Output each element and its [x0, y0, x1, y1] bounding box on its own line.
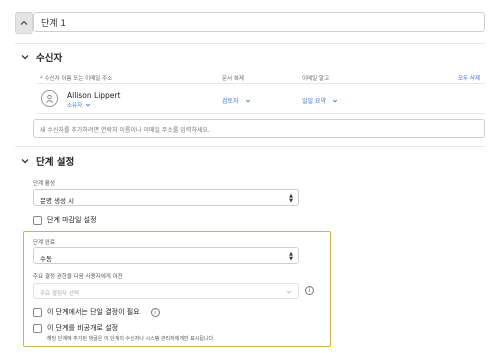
- single-approval-label: 이 단계에서는 단일 결정이 필요: [47, 308, 140, 316]
- deadline-checkbox-row[interactable]: 단계 마감일 설정: [33, 215, 97, 225]
- completion-value: 수동: [40, 255, 52, 263]
- recipients-section-header[interactable]: 수신자: [20, 50, 62, 64]
- step-settings-title: 단계 설정: [36, 157, 75, 168]
- deadline-label: 단계 마감일 설정: [47, 216, 97, 224]
- chevron-down-icon: [332, 99, 338, 103]
- delete-all-link[interactable]: 모두 삭제: [458, 74, 480, 82]
- chevron-down-icon: [286, 290, 292, 294]
- col-action-header: 문서 복제: [222, 76, 244, 82]
- user-icon: [46, 94, 53, 103]
- private-note: 해당 단계에 추가된 댓글은 이 단계의 수신자나 시스템 관리자에게만 표시됩…: [47, 336, 215, 342]
- forward-select[interactable]: 주요 결정자 선택: [33, 283, 299, 299]
- col-name-header: * 수신자 이름 또는 이메일 주소: [40, 76, 113, 82]
- recipient-notify: 일일 요약: [302, 98, 326, 105]
- recipient-action: 검토자: [222, 98, 239, 105]
- select-arrows-icon: ▲ ▼: [289, 193, 293, 204]
- recipient-action-dropdown[interactable]: 검토자: [222, 96, 251, 105]
- info-icon[interactable]: i: [150, 307, 160, 317]
- completion-select[interactable]: 수동 ▲ ▼: [33, 247, 299, 264]
- step-start-select[interactable]: 문명 생성 시 ▲ ▼: [33, 189, 299, 206]
- recipient-role-dropdown[interactable]: 소유자: [67, 101, 91, 109]
- chevron-down-icon: [21, 159, 29, 164]
- chevron-down-icon: [86, 103, 91, 107]
- divider: [37, 83, 485, 84]
- info-icon[interactable]: i: [305, 286, 314, 295]
- private-label: 이 단계를 비공개로 설정: [47, 324, 119, 332]
- divider: [15, 43, 485, 44]
- add-recipient-input[interactable]: 새 수신자를 추가하려면 연락처 이름이나 이메일 주소를 입력하세요.: [33, 119, 485, 138]
- chevron-down-icon: [245, 99, 250, 103]
- chevron-down-icon: [21, 55, 29, 60]
- forward-label: 주요 결정 권한을 다음 사용자에게 이전: [33, 274, 123, 280]
- divider: [15, 146, 485, 147]
- col-notify-header: 이메일 알고: [302, 76, 330, 82]
- collapse-step-button[interactable]: [15, 12, 33, 34]
- single-approval-row[interactable]: 이 단계에서는 단일 결정이 필요 i: [33, 307, 160, 317]
- completion-label: 단계 완료: [33, 240, 55, 246]
- recipient-role: 소유자: [67, 103, 83, 109]
- deadline-checkbox[interactable]: [33, 215, 42, 225]
- step-name-input[interactable]: 단계 1: [33, 12, 485, 32]
- avatar: [41, 90, 58, 107]
- divider: [37, 113, 485, 114]
- private-row[interactable]: 이 단계를 비공개로 설정: [33, 323, 118, 333]
- recipient-notify-dropdown[interactable]: 일일 요약: [302, 96, 338, 105]
- select-arrows-icon: ▲ ▼: [289, 251, 293, 262]
- step-start-value: 문명 생성 시: [40, 197, 75, 205]
- step-start-label: 단계 활성: [33, 181, 55, 187]
- single-approval-checkbox[interactable]: [33, 307, 42, 317]
- recipients-title: 수신자: [36, 53, 63, 64]
- forward-placeholder: 주요 결정자 선택: [40, 291, 79, 297]
- step-settings-section-header[interactable]: 단계 설정: [20, 154, 74, 168]
- private-checkbox[interactable]: [33, 323, 42, 333]
- chevron-up-icon: [20, 20, 28, 25]
- recipient-name: Allison Lippert: [67, 91, 121, 100]
